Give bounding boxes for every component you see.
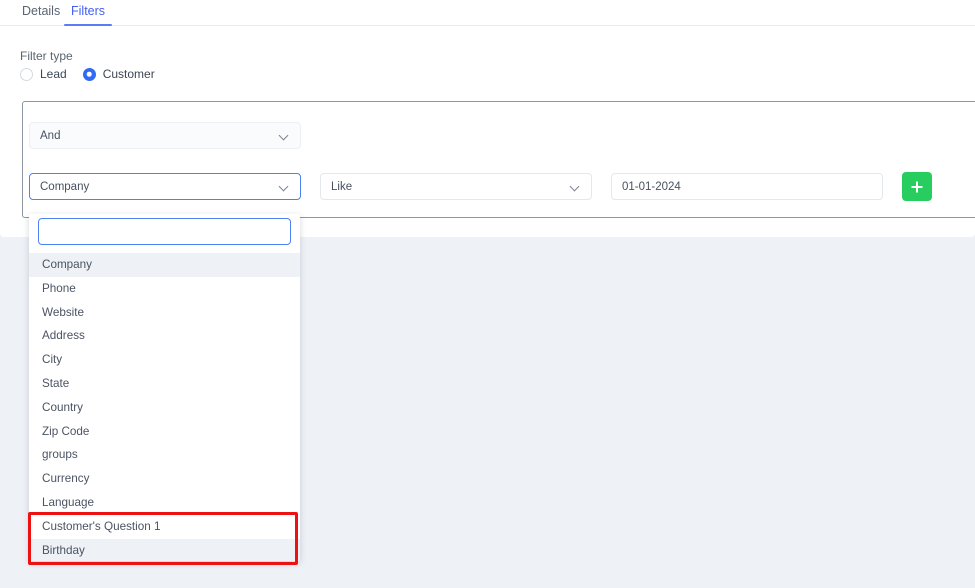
chevron-down-icon: [279, 130, 290, 141]
dropdown-option-groups[interactable]: groups: [29, 443, 300, 467]
dropdown-option-city[interactable]: City: [29, 348, 300, 372]
filter-group-box: [22, 101, 975, 218]
dropdown-option-phone[interactable]: Phone: [29, 277, 300, 301]
radio-lead-icon[interactable]: [20, 67, 33, 81]
add-filter-button[interactable]: [902, 172, 932, 201]
dropdown-option-address[interactable]: Address: [29, 324, 300, 348]
filter-value-input[interactable]: 01-01-2024: [611, 173, 883, 200]
chevron-down-icon: [570, 181, 581, 192]
tab-filters[interactable]: Filters: [63, 0, 113, 26]
dropdown-option-language[interactable]: Language: [29, 491, 300, 515]
filter-type-radio-group: Lead Customer: [20, 66, 155, 82]
dropdown-option-birthday[interactable]: Birthday: [29, 538, 300, 561]
filters-card: Details Filters Filter type Lead Custome…: [0, 0, 975, 237]
dropdown-search-input[interactable]: [38, 218, 291, 245]
radio-customer-icon[interactable]: [82, 67, 96, 81]
tab-details-label: Details: [22, 4, 61, 18]
dropdown-option-country[interactable]: Country: [29, 396, 300, 420]
dropdown-option-zip-code[interactable]: Zip Code: [29, 420, 300, 444]
operator-value: Like: [331, 180, 353, 193]
tab-bar: Details Filters: [0, 0, 975, 26]
radio-option-customer[interactable]: Customer: [82, 67, 155, 81]
operator-select[interactable]: Like: [320, 173, 592, 200]
filter-type-label: Filter type: [20, 49, 73, 63]
dropdown-option-state[interactable]: State: [29, 372, 300, 396]
field-select[interactable]: Company: [29, 173, 301, 200]
chevron-down-icon: [279, 181, 290, 192]
dropdown-option-website[interactable]: Website: [29, 301, 300, 325]
dropdown-option-company[interactable]: Company: [29, 253, 300, 277]
dropdown-option-customers-question-1[interactable]: Customer's Question 1: [29, 515, 300, 539]
dropdown-option-currency[interactable]: Currency: [29, 467, 300, 491]
field-dropdown-panel: Company Phone Website Address City State…: [29, 214, 300, 561]
app-root: Details Filters Filter type Lead Custome…: [0, 0, 975, 588]
tab-filters-label: Filters: [71, 4, 106, 18]
field-value: Company: [40, 180, 90, 193]
radio-customer-label: Customer: [102, 67, 155, 81]
radio-option-lead[interactable]: Lead: [20, 67, 67, 81]
conjunction-value: And: [40, 129, 61, 142]
filter-value-text: 01-01-2024: [622, 180, 681, 193]
dropdown-option-list: Company Phone Website Address City State…: [29, 253, 300, 561]
conjunction-select[interactable]: And: [29, 122, 301, 149]
radio-lead-label: Lead: [40, 67, 67, 81]
tab-details[interactable]: Details: [20, 0, 62, 26]
